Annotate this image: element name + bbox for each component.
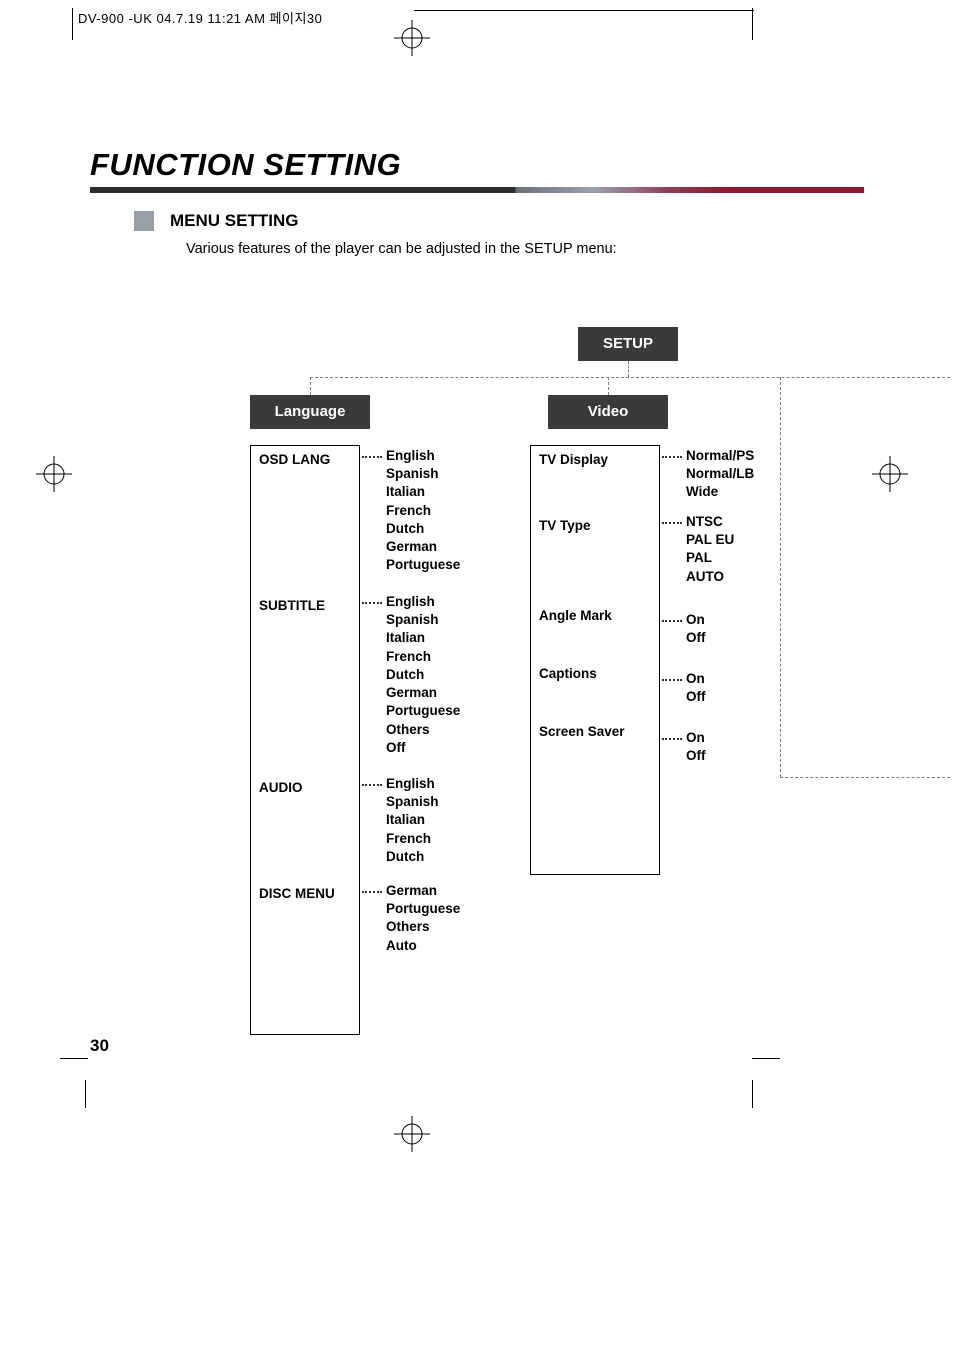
option: German (386, 882, 496, 900)
intro-text: Various features of the player can be ad… (186, 241, 864, 257)
connector (310, 377, 311, 395)
language-node: Language (250, 395, 370, 429)
setup-diagram: SETUP Language Video OSD LANG SUBTITLE A… (220, 327, 864, 1057)
crop-tick-bottom-left-h (60, 1058, 88, 1059)
register-mark-bottom (394, 1116, 430, 1152)
option: Dutch (386, 520, 496, 538)
option: Dutch (386, 666, 496, 684)
connector (780, 777, 950, 778)
section-heading: MENU SETTING (170, 211, 298, 231)
connector (662, 456, 682, 458)
option: English (386, 593, 496, 611)
option: Normal/PS (686, 447, 796, 465)
crop-tick-bottom-right (752, 1080, 753, 1108)
connector (608, 377, 609, 395)
option: PAL EU (686, 531, 796, 549)
register-mark-top (394, 20, 430, 56)
crop-tick-bottom-left (85, 1080, 86, 1108)
option: On (686, 670, 796, 688)
tv-type-label: TV Type (531, 512, 659, 536)
crop-tick-top-left (72, 8, 73, 40)
option: Off (686, 629, 796, 647)
option: AUTO (686, 568, 796, 586)
page-title: FUNCTION SETTING (90, 147, 864, 183)
crop-tick-top-right (752, 8, 753, 40)
angle-mark-label: Angle Mark (531, 602, 659, 626)
connector (362, 891, 382, 893)
option: On (686, 729, 796, 747)
connector (662, 738, 682, 740)
tv-display-options: Normal/PS Normal/LB Wide (686, 447, 796, 502)
subtitle-options: English Spanish Italian French Dutch Ger… (386, 593, 496, 757)
audio-label: AUDIO (251, 774, 359, 798)
option: French (386, 502, 496, 520)
register-mark-right (872, 456, 908, 492)
option: Spanish (386, 611, 496, 629)
osd-lang-label: OSD LANG (251, 446, 359, 470)
angle-mark-options: On Off (686, 611, 796, 647)
tv-display-label: TV Display (531, 446, 659, 470)
video-node: Video (548, 395, 668, 429)
connector (310, 377, 950, 378)
option: Auto (386, 937, 496, 955)
option: French (386, 648, 496, 666)
connector (662, 620, 682, 622)
captions-label: Captions (531, 660, 659, 684)
option: Portuguese (386, 900, 496, 918)
option: Spanish (386, 793, 496, 811)
option: Wide (686, 483, 796, 501)
option: Portuguese (386, 702, 496, 720)
connector (362, 602, 382, 604)
option: Italian (386, 811, 496, 829)
subtitle-label: SUBTITLE (251, 592, 359, 616)
disc-menu-label: DISC MENU (251, 880, 359, 904)
video-items-box: TV Display TV Type Angle Mark Captions S… (530, 445, 660, 875)
option: NTSC (686, 513, 796, 531)
language-items-box: OSD LANG SUBTITLE AUDIO DISC MENU (250, 445, 360, 1035)
connector (628, 361, 629, 377)
option: Dutch (386, 848, 496, 866)
osd-lang-options: English Spanish Italian French Dutch Ger… (386, 447, 496, 575)
connector (362, 784, 382, 786)
captions-options: On Off (686, 670, 796, 706)
option: Off (686, 747, 796, 765)
screen-saver-options: On Off (686, 729, 796, 765)
option: German (386, 538, 496, 556)
audio-options: English Spanish Italian French Dutch (386, 775, 496, 866)
option: Others (386, 918, 496, 936)
page-content: FUNCTION SETTING MENU SETTING Various fe… (0, 27, 954, 1057)
screen-saver-label: Screen Saver (531, 718, 659, 742)
option: English (386, 775, 496, 793)
tv-type-options: NTSC PAL EU PAL AUTO (686, 513, 796, 586)
title-underline (90, 187, 864, 193)
connector (662, 522, 682, 524)
page-number: 30 (90, 1036, 109, 1056)
connector (362, 456, 382, 458)
option: Italian (386, 629, 496, 647)
setup-node: SETUP (578, 327, 678, 361)
crop-tick-bottom-right-h (752, 1058, 780, 1059)
option: Portuguese (386, 556, 496, 574)
option: Spanish (386, 465, 496, 483)
crop-line-top (414, 10, 754, 11)
option: On (686, 611, 796, 629)
register-mark-left (36, 456, 72, 492)
disc-menu-options: German Portuguese Others Auto (386, 882, 496, 955)
option: English (386, 447, 496, 465)
option: Off (686, 688, 796, 706)
section-bullet-icon (134, 211, 154, 231)
option: German (386, 684, 496, 702)
option: Others (386, 721, 496, 739)
connector (662, 679, 682, 681)
section-header-row: MENU SETTING (134, 211, 864, 231)
option: Off (386, 739, 496, 757)
option: Normal/LB (686, 465, 796, 483)
option: French (386, 830, 496, 848)
option: Italian (386, 483, 496, 501)
option: PAL (686, 549, 796, 567)
